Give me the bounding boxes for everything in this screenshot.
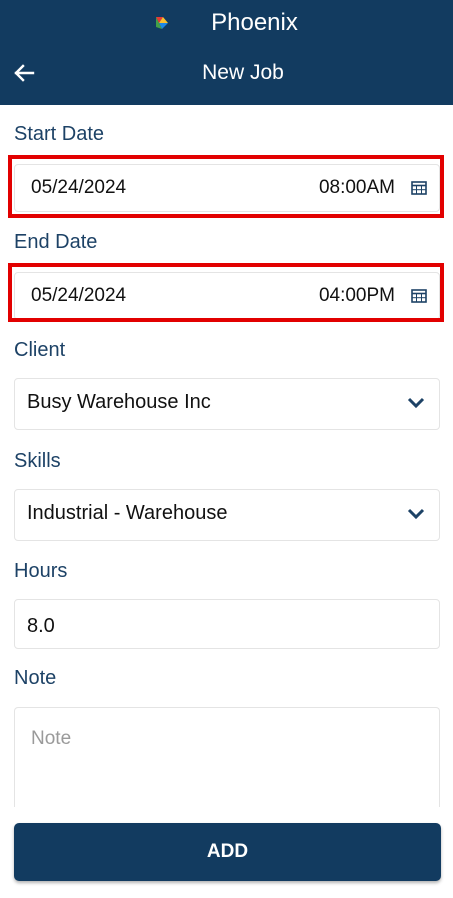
skills-value: Industrial - Warehouse [27,502,228,524]
page-title: New Job [202,61,284,84]
phoenix-logo-icon [156,17,169,29]
chevron-down-icon[interactable] [407,508,425,520]
hours-label: Hours [14,560,68,582]
skills-label: Skills [14,450,61,472]
start-date-highlight [8,155,444,218]
client-select[interactable]: Busy Warehouse Inc [14,378,440,430]
client-label: Client [14,339,66,361]
note-label: Note [14,667,57,689]
add-button[interactable]: ADD [14,823,441,881]
hours-value: 8.0 [27,615,55,637]
brand: Phoenix [0,8,453,38]
chevron-down-icon[interactable] [407,397,425,409]
note-textarea[interactable]: Note [14,707,440,807]
end-date-highlight [8,263,444,322]
client-value: Busy Warehouse Inc [27,391,211,413]
hours-input[interactable]: 8.0 [14,599,440,649]
app-title: Phoenix [211,9,298,36]
skills-select[interactable]: Industrial - Warehouse [14,489,440,541]
end-date-label: End Date [14,231,98,253]
app-bar: Phoenix New Job [0,0,453,105]
note-placeholder: Note [31,728,72,749]
start-date-label: Start Date [14,123,105,145]
